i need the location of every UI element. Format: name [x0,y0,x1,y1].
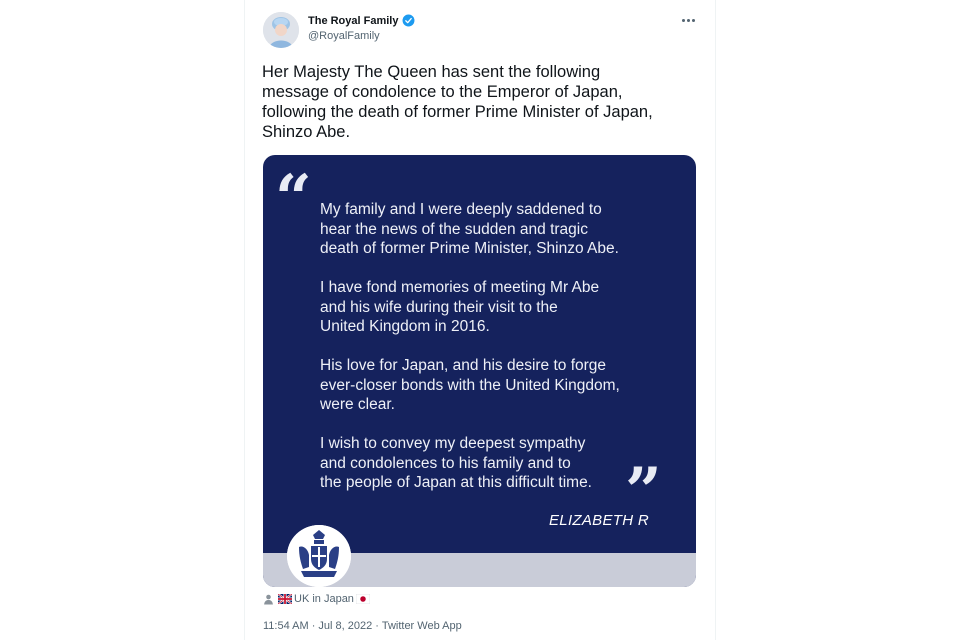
profile-avatar[interactable] [263,12,299,48]
message-paragraph-4: I wish to convey my deepest sympathy and… [320,435,592,491]
uk-flag-icon [278,594,292,604]
condolence-message: My family and I were deeply saddened to … [320,200,660,512]
more-options-icon[interactable] [678,12,698,28]
location-text[interactable]: UK in Japan [294,593,354,605]
message-paragraph-3: His love for Japan, and his desire to fo… [320,357,620,413]
account-handle[interactable]: @RoyalFamily [308,30,380,42]
tweet-text: Her Majesty The Queen has sent the follo… [262,63,653,141]
japan-flag-icon [355,594,370,604]
open-quote-mark: “ [275,161,312,236]
account-name-row[interactable]: The Royal Family [308,14,415,27]
message-paragraph-1: My family and I were deeply saddened to … [320,201,619,257]
condolence-image-card[interactable]: “ My family and I were deeply saddened t… [263,155,696,587]
message-paragraph-2: I have fond memories of meeting Mr Abe a… [320,279,600,335]
account-name[interactable]: The Royal Family [308,15,398,27]
signature: ELIZABETH R [549,512,649,529]
verified-badge-icon [403,14,415,27]
location-tag[interactable]: UK in Japan [263,593,370,605]
tweet-timestamp[interactable]: 11:54 AM · Jul 8, 2022 · Twitter Web App [263,620,462,632]
person-icon [264,594,273,605]
royal-coat-of-arms-icon [287,525,351,587]
